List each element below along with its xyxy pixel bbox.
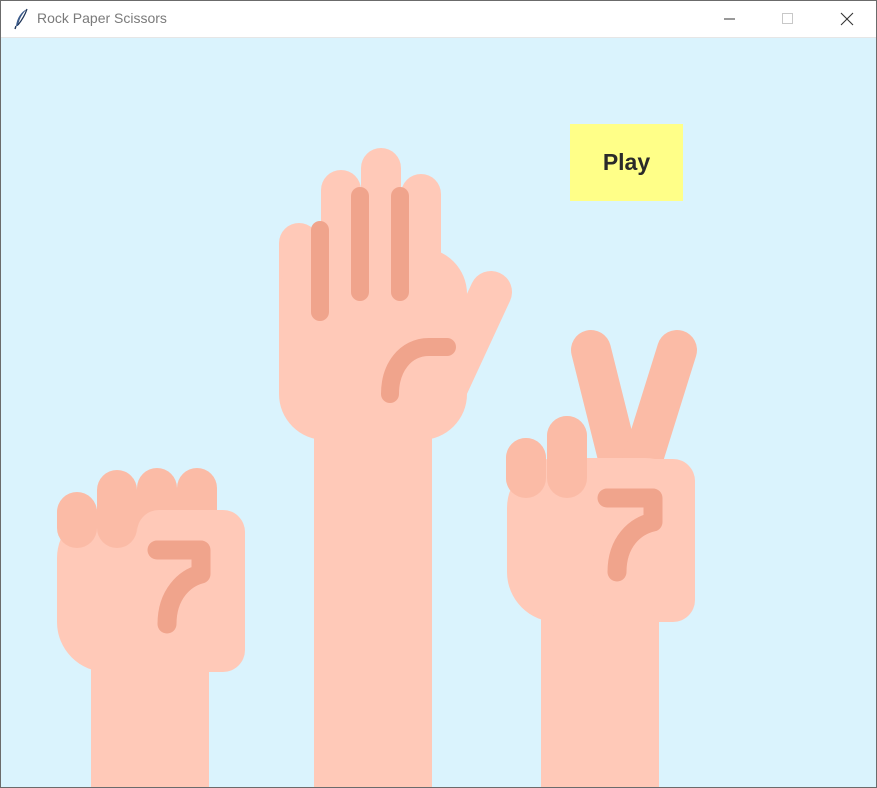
title-bar[interactable]: Rock Paper Scissors — [1, 1, 876, 38]
maximize-button[interactable] — [759, 1, 817, 37]
app-window: Rock Paper Scissors Play — [0, 0, 877, 788]
scissors-hand-icon[interactable] — [506, 330, 697, 787]
maximize-icon — [782, 13, 794, 25]
paper-hand-icon[interactable] — [279, 148, 512, 787]
feather-icon — [13, 8, 31, 30]
play-button[interactable]: Play — [570, 124, 683, 201]
window-title: Rock Paper Scissors — [37, 10, 167, 26]
rock-hand-icon[interactable] — [57, 468, 245, 787]
close-icon — [840, 12, 854, 26]
minimize-icon — [724, 13, 736, 25]
close-button[interactable] — [818, 1, 876, 37]
game-canvas: Play — [1, 38, 876, 787]
minimize-button[interactable] — [701, 1, 759, 37]
play-button-label: Play — [602, 149, 651, 175]
